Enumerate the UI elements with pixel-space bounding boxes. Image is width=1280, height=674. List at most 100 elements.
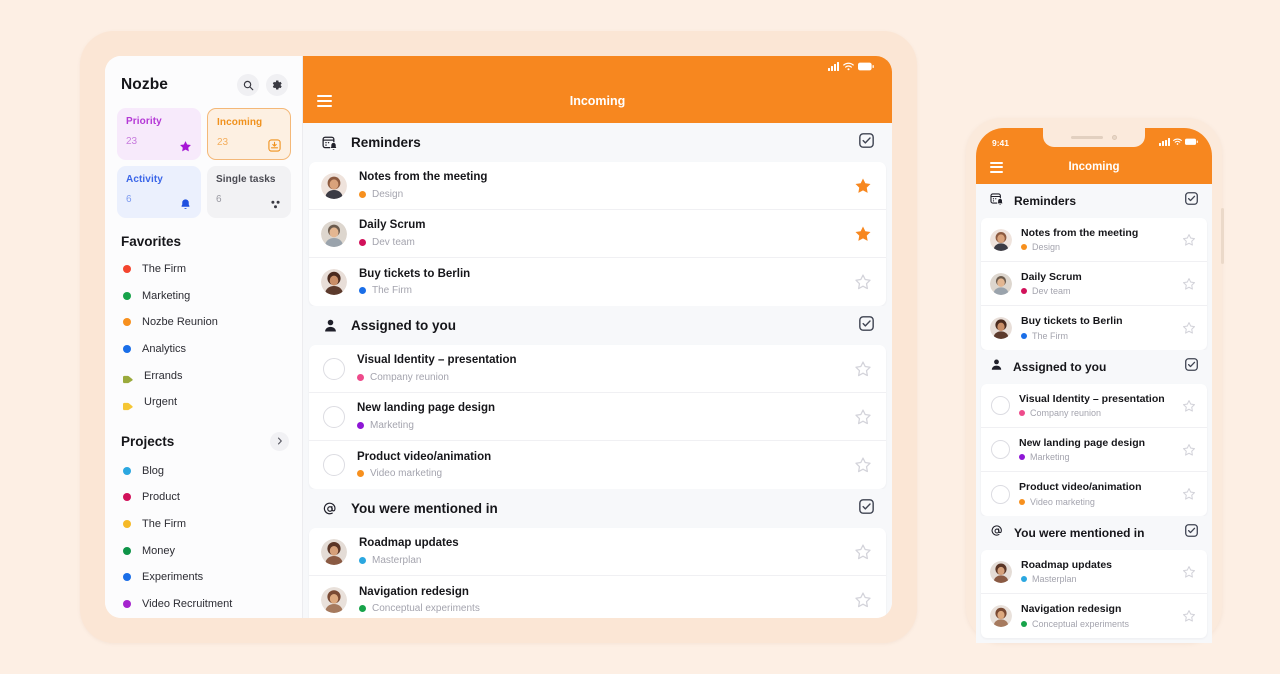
sidebar-item-label: The Firm xyxy=(142,518,186,530)
task-group-reminders: Notes from the meeting Design xyxy=(981,218,1207,350)
star-icon[interactable] xyxy=(854,456,872,474)
avatar xyxy=(990,229,1012,251)
task-row[interactable]: Roadmap updates Masterplan xyxy=(981,550,1207,594)
person-icon xyxy=(321,318,339,333)
sidebar-item-analytics[interactable]: Analytics xyxy=(105,336,302,363)
quick-card-single-tasks[interactable]: Single tasks 6 xyxy=(207,166,291,218)
check-square-icon[interactable] xyxy=(859,499,874,519)
task-row[interactable]: Daily Scrum Dev team xyxy=(309,210,886,258)
sidebar-item-the-firm-project[interactable]: The Firm xyxy=(105,511,302,538)
quick-card-incoming[interactable]: Incoming 23 xyxy=(207,108,291,160)
task-project-label: Video marketing xyxy=(1030,497,1095,507)
star-icon[interactable] xyxy=(1182,487,1196,501)
search-icon[interactable] xyxy=(237,74,259,96)
task-checkbox[interactable] xyxy=(991,485,1010,504)
check-square-icon[interactable] xyxy=(859,316,874,336)
task-checkbox[interactable] xyxy=(991,396,1010,415)
hamburger-icon[interactable] xyxy=(317,95,332,107)
phone-app-header-row: Incoming xyxy=(976,150,1212,184)
status-bar xyxy=(828,62,874,71)
check-square-icon[interactable] xyxy=(859,133,874,153)
star-icon[interactable] xyxy=(854,543,872,561)
star-icon[interactable] xyxy=(1182,321,1196,335)
page-title: Incoming xyxy=(303,94,892,108)
star-icon[interactable] xyxy=(854,273,872,291)
task-project: The Firm xyxy=(359,285,842,296)
star-icon[interactable] xyxy=(1182,233,1196,247)
inbox-icon xyxy=(268,139,281,152)
task-row[interactable]: Buy tickets to Berlin The Firm xyxy=(981,306,1207,350)
star-icon[interactable] xyxy=(854,360,872,378)
task-row[interactable]: Visual Identity – presentation Company r… xyxy=(981,384,1207,428)
avatar xyxy=(321,269,347,295)
sidebar-item-money[interactable]: Money xyxy=(105,537,302,564)
color-dot-icon xyxy=(1019,454,1025,460)
task-project-label: Masterplan xyxy=(372,555,421,566)
check-square-icon[interactable] xyxy=(1185,192,1198,210)
sidebar-item-marketing[interactable]: Marketing xyxy=(105,283,302,310)
sidebar-item-errands[interactable]: Errands xyxy=(105,362,302,389)
task-row[interactable]: Navigation redesign Conceptual experimen… xyxy=(309,576,886,618)
chevron-right-icon[interactable] xyxy=(270,432,289,451)
task-project-label: The Firm xyxy=(1032,331,1068,341)
task-project-label: Marketing xyxy=(370,420,414,431)
task-checkbox[interactable] xyxy=(991,440,1010,459)
task-row[interactable]: Daily Scrum Dev team xyxy=(981,262,1207,306)
quick-card-activity[interactable]: Activity 6 xyxy=(117,166,201,218)
check-square-icon[interactable] xyxy=(1185,358,1198,376)
task-row[interactable]: New landing page design Marketing xyxy=(981,428,1207,472)
power-button[interactable] xyxy=(1221,208,1224,264)
star-icon[interactable] xyxy=(1182,565,1196,579)
sidebar-item-experiments[interactable]: Experiments xyxy=(105,564,302,591)
task-checkbox[interactable] xyxy=(323,406,345,428)
sidebar-item-video-recruitment[interactable]: Video Recruitment xyxy=(105,591,302,618)
avatar xyxy=(990,605,1012,627)
avatar xyxy=(321,587,347,613)
star-icon[interactable] xyxy=(1182,443,1196,457)
section-title: Assigned to you xyxy=(1013,360,1175,374)
star-icon[interactable] xyxy=(1182,399,1196,413)
hamburger-icon[interactable] xyxy=(990,162,1003,173)
star-icon[interactable] xyxy=(1182,609,1196,623)
task-row[interactable]: Roadmap updates Masterplan xyxy=(309,528,886,576)
gear-icon[interactable] xyxy=(266,74,288,96)
task-row[interactable]: Notes from the meeting Design xyxy=(309,162,886,210)
quick-card-priority[interactable]: Priority 23 xyxy=(117,108,201,160)
sidebar-item-urgent[interactable]: Urgent xyxy=(105,389,302,416)
task-list[interactable]: Reminders Notes from the meeting xyxy=(303,123,892,618)
sidebar-item-label: Money xyxy=(142,545,175,557)
star-icon[interactable] xyxy=(854,225,872,243)
star-icon[interactable] xyxy=(854,408,872,426)
task-row[interactable]: Buy tickets to Berlin The Firm xyxy=(309,258,886,306)
task-checkbox[interactable] xyxy=(323,454,345,476)
sidebar-item-nozbe-reunion[interactable]: Nozbe Reunion xyxy=(105,309,302,336)
sidebar-item-the-firm[interactable]: The Firm xyxy=(105,256,302,283)
quick-card-title: Single tasks xyxy=(216,174,282,185)
color-dot-icon xyxy=(123,318,131,326)
bell-icon xyxy=(179,198,192,211)
star-icon[interactable] xyxy=(854,177,872,195)
task-group-mentioned: Roadmap updates Masterplan xyxy=(981,550,1207,638)
task-row[interactable]: Product video/animation Video marketing xyxy=(981,472,1207,516)
color-dot-icon xyxy=(123,520,131,528)
check-square-icon[interactable] xyxy=(1185,524,1198,542)
sidebar-item-label: Analytics xyxy=(142,343,186,355)
sidebar-item-label: The Firm xyxy=(142,263,186,275)
task-row[interactable]: Visual Identity – presentation Company r… xyxy=(309,345,886,393)
star-icon[interactable] xyxy=(1182,277,1196,291)
task-project: Design xyxy=(1021,242,1173,252)
task-checkbox[interactable] xyxy=(323,358,345,380)
dots-icon xyxy=(269,198,282,211)
phone-task-list[interactable]: Reminders Notes from the meeting Design xyxy=(976,184,1212,638)
task-title: New landing page design xyxy=(357,402,842,416)
task-row[interactable]: Product video/animation Video marketing xyxy=(309,441,886,489)
phone-notch xyxy=(1043,128,1145,147)
task-row[interactable]: Navigation redesign Conceptual experimen… xyxy=(981,594,1207,638)
task-row[interactable]: Notes from the meeting Design xyxy=(981,218,1207,262)
task-project: Dev team xyxy=(359,237,842,248)
sidebar-item-product[interactable]: Product xyxy=(105,484,302,511)
task-project-label: Masterplan xyxy=(1032,574,1077,584)
star-icon[interactable] xyxy=(854,591,872,609)
sidebar-item-blog[interactable]: Blog xyxy=(105,458,302,485)
task-row[interactable]: New landing page design Marketing xyxy=(309,393,886,441)
